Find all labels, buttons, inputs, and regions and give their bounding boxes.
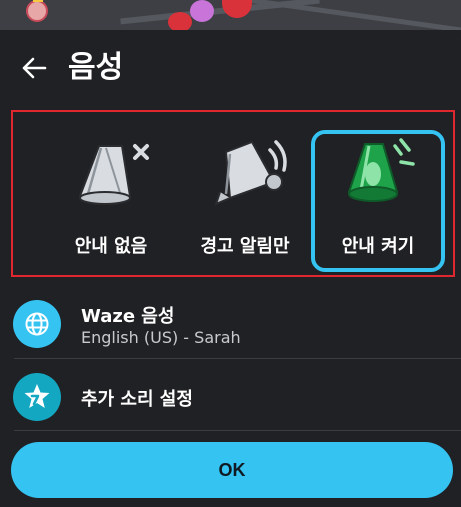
page-title: 음성 [68, 50, 124, 85]
map-user-pin [26, 0, 48, 22]
mode-guidance-on[interactable]: 안내 켜기 [311, 130, 445, 272]
mode-no-guidance-label: 안내 없음 [74, 236, 148, 257]
mode-guidance-on-label: 안내 켜기 [341, 236, 415, 257]
mode-no-guidance[interactable]: 안내 없음 [45, 130, 177, 271]
map-report-pin [222, 0, 252, 18]
divider [14, 358, 461, 359]
mode-alerts-only[interactable]: 경고 알림만 [179, 130, 311, 271]
ok-button[interactable]: OK [11, 442, 453, 498]
header: 음성 [0, 42, 461, 92]
map-background [0, 0, 461, 30]
globe-icon [13, 300, 61, 348]
waze-voice-item[interactable]: Waze 음성 English (US) - Sarah [0, 292, 461, 350]
speaker-muted-icon [78, 144, 149, 205]
voice-sheet: 음성 안내 없음 경고 알림만 안내 켜기 Waze 음성 English (U… [0, 30, 461, 507]
mode-alerts-only-label: 경고 알림만 [200, 236, 290, 257]
waze-voice-title: Waze 음성 [81, 306, 175, 327]
sound-star-icon [13, 373, 61, 421]
speaker-on-icon [347, 138, 415, 202]
map-user-pin [190, 0, 214, 22]
sound-settings-title: 추가 소리 설정 [81, 389, 193, 410]
waze-voice-subtitle: English (US) - Sarah [81, 328, 241, 347]
voice-settings-screen: 음성 안내 없음 경고 알림만 안내 켜기 Waze 음성 English (U… [0, 0, 461, 507]
divider [14, 430, 461, 431]
voice-mode-selector: 안내 없음 경고 알림만 안내 켜기 [11, 110, 455, 277]
speaker-alerts-icon [214, 140, 287, 206]
back-arrow-icon [22, 57, 47, 79]
map-road [250, 0, 461, 30]
sound-settings-item[interactable]: 추가 소리 설정 [0, 365, 461, 423]
back-button[interactable] [16, 50, 52, 86]
map-report-pin [168, 12, 192, 30]
